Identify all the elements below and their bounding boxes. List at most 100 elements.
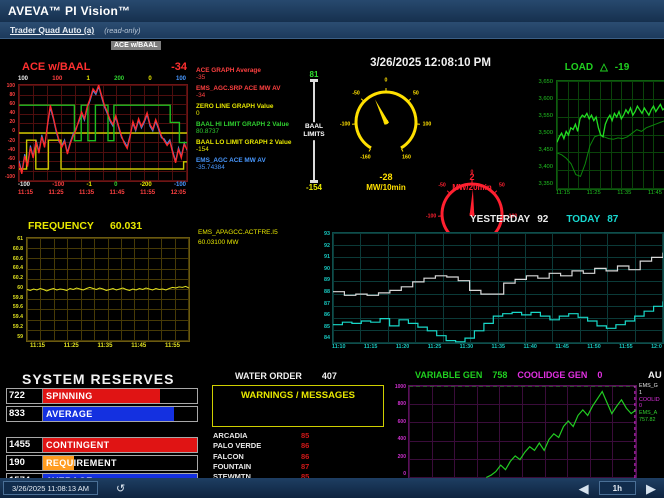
variable-gen-label: VARIABLE GEN bbox=[415, 370, 483, 380]
tick-label: 11:20 bbox=[395, 344, 410, 350]
frequency-title: FREQUENCY bbox=[28, 220, 94, 232]
baal-limits-slider[interactable]: 81 BAAL LIMITS -154 bbox=[290, 70, 338, 192]
station-row: FALCON 86 bbox=[213, 452, 373, 462]
load-chart[interactable] bbox=[556, 80, 664, 190]
tick-label: 11:35 bbox=[79, 190, 95, 196]
tick-label: 86 bbox=[324, 312, 330, 319]
tick-label: 0 bbox=[403, 470, 406, 477]
delta-icon: △ bbox=[600, 62, 608, 73]
tick-label: 60.4 bbox=[12, 265, 23, 272]
reserve-value: 833 bbox=[7, 407, 43, 421]
tick-label: 11:45 bbox=[555, 344, 569, 350]
tick-label: 59 bbox=[17, 333, 23, 340]
tick-label: 87 bbox=[324, 300, 330, 307]
tick-label: 93 bbox=[324, 231, 330, 237]
ace-chart[interactable] bbox=[18, 82, 188, 182]
start-time-box[interactable]: 3/26/2025 11:08:13 AM bbox=[3, 481, 99, 495]
gen-legend-line: EMS_A bbox=[639, 410, 658, 416]
forward-arrow-icon[interactable]: ▶ bbox=[646, 482, 656, 495]
reserve-bar: AVERAGE bbox=[43, 407, 197, 421]
tick-label: 200 bbox=[114, 76, 125, 82]
tick-label: 3,450 bbox=[538, 147, 553, 154]
tick-label: 59.8 bbox=[12, 294, 23, 301]
tick-label: 3,550 bbox=[538, 113, 553, 120]
tick-label: -20 bbox=[7, 137, 15, 144]
variable-gen-value: 758 bbox=[492, 370, 508, 380]
stations-list: ARCADIA 85 PALO VERDE 86 FALCON 86 FOUNTAIN 87 S… bbox=[213, 431, 373, 483]
temps-chart[interactable] bbox=[332, 232, 664, 344]
tick-label: 11:30 bbox=[459, 344, 474, 350]
tick-label: 11:25 bbox=[427, 344, 442, 350]
tick-label: 11:35 bbox=[491, 344, 506, 350]
load-x-axis: 11:15 11:25 11:35 11:45 bbox=[556, 190, 662, 197]
back-arrow-icon[interactable]: ◀ bbox=[579, 482, 589, 495]
gen-corner-label: AU bbox=[648, 370, 662, 381]
station-row: FOUNTAIN 87 bbox=[213, 462, 373, 472]
tick-label: 11:55 bbox=[140, 190, 156, 196]
gauge-tick-label: -100 bbox=[425, 213, 437, 220]
gauge-tick-label: 0 bbox=[384, 77, 388, 84]
tick-label: 3,650 bbox=[538, 79, 553, 85]
reserve-label: AVERAGE bbox=[46, 408, 93, 419]
gen-legend-line: 757.82 bbox=[639, 416, 656, 423]
gen-legend-line: EMS_G bbox=[639, 383, 658, 389]
reserve-label: CONTINGENT bbox=[46, 439, 110, 450]
tick-label: 1000 bbox=[394, 384, 406, 390]
tick-label: 3,350 bbox=[538, 181, 553, 188]
tick-label: 11:35 bbox=[617, 190, 632, 196]
tick-label: 60 bbox=[9, 101, 15, 108]
tick-label: -100 bbox=[18, 182, 31, 188]
tick-label: 11:10 bbox=[332, 344, 346, 350]
tick-label: 100 bbox=[175, 76, 186, 82]
frequency-x-axis: 11:15 11:25 11:35 11:45 11:55 bbox=[30, 343, 180, 349]
tick-label: 11:15 bbox=[363, 344, 378, 350]
reserve-bar: REQUIREMENT bbox=[43, 456, 197, 470]
tick-label: -80 bbox=[7, 164, 15, 171]
gauge-10min-unit: MW/10min bbox=[366, 183, 406, 192]
timebar: 3/26/2025 11:08:13 AM ↺ ◀ 1h ▶ bbox=[0, 478, 664, 498]
frequency-title-row: FREQUENCY 60.031 bbox=[28, 220, 142, 232]
time-nav-group: ◀ 1h ▶ bbox=[579, 481, 656, 495]
today-value: 87 bbox=[607, 214, 619, 225]
tick-label: 3,500 bbox=[538, 130, 553, 137]
read-only-label: (read-only) bbox=[104, 25, 141, 35]
tick-label: 60.2 bbox=[12, 275, 23, 282]
temps-title-row: YESTERDAY 92 TODAY 87 bbox=[470, 214, 618, 225]
display-name-link[interactable]: Trader Quad Auto (a) bbox=[10, 25, 94, 35]
tick-label: 11:15 bbox=[30, 343, 46, 349]
baal-track: BAAL LIMITS bbox=[290, 79, 338, 183]
frequency-y-axis: 61 60.8 60.6 60.4 60.2 60 59.8 59.6 59.4 59.2 59 bbox=[0, 236, 23, 340]
gen-legend: EMS_G 1 COOLID 0 EMS_A 757.82 bbox=[639, 383, 664, 477]
tick-label: 90 bbox=[324, 265, 330, 272]
duration-selector[interactable]: 1h bbox=[598, 481, 636, 495]
tick-label: 20 bbox=[9, 119, 15, 126]
ace-scale-top: 100 100 1 200 0 100 bbox=[18, 76, 186, 82]
tick-label: 59.4 bbox=[12, 314, 23, 321]
warnings-box: WARNINGS / MESSAGES bbox=[212, 385, 384, 427]
water-order-value: 407 bbox=[321, 371, 337, 381]
station-value: 86 bbox=[301, 441, 310, 451]
ace-title-row: ACE w/BAAL -34 bbox=[22, 61, 187, 73]
tick-label: 12:05 bbox=[170, 190, 186, 196]
system-reserves-rows: 722 SPINNING 833 AVERAGE 1455 CONTINGENT 190 RE… bbox=[6, 388, 198, 491]
variable-gen-chart[interactable] bbox=[408, 385, 637, 479]
temps-x-axis: 11:10 11:15 11:20 11:25 11:30 11:35 11:40 11:45… bbox=[332, 344, 662, 350]
reserve-row: 722 SPINNING bbox=[6, 388, 198, 404]
tick-label: 3,600 bbox=[538, 96, 553, 103]
gauge-tick-label: 50 bbox=[413, 90, 419, 97]
refresh-icon[interactable]: ↺ bbox=[116, 482, 125, 495]
system-reserves-title: SYSTEM RESERVES bbox=[22, 371, 175, 387]
station-row: PALO VERDE 86 bbox=[213, 441, 373, 451]
tick-label: 59.6 bbox=[12, 304, 23, 311]
ace-value: -34 bbox=[171, 61, 187, 73]
tick-label: 600 bbox=[397, 418, 406, 425]
tick-label: 89 bbox=[324, 277, 330, 284]
tick-label: 11:45 bbox=[647, 190, 662, 196]
yesterday-label: YESTERDAY bbox=[470, 214, 531, 225]
frequency-chart[interactable] bbox=[26, 237, 190, 342]
baal-hi-value: 81 bbox=[309, 70, 319, 79]
tick-label: 11:45 bbox=[131, 343, 147, 349]
tick-label: 92 bbox=[324, 242, 330, 249]
variable-gen-group: VARIABLE GEN 758 bbox=[415, 370, 507, 380]
tick-label: 11:35 bbox=[97, 343, 113, 349]
